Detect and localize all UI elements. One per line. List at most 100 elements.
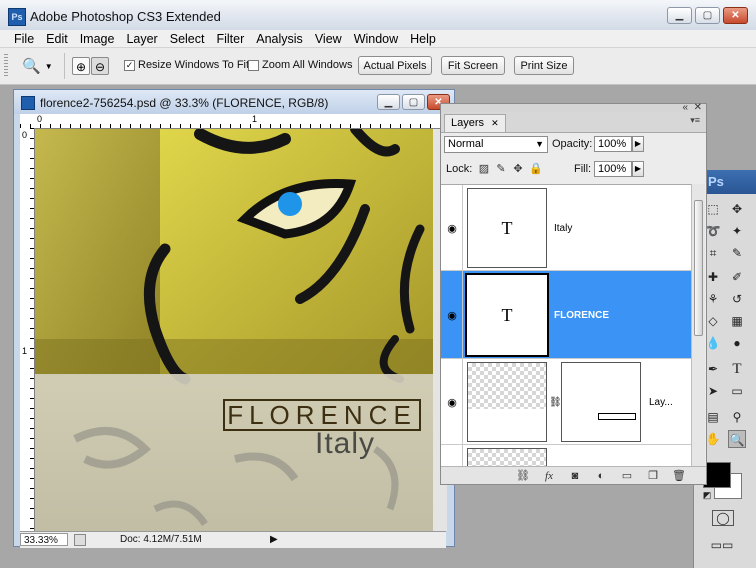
document-title: florence2-756254.psd @ 33.3% (FLORENCE, … (40, 96, 329, 110)
doc-maximize-button[interactable]: ▢ (402, 94, 425, 110)
lock-position-icon[interactable]: ✥ (512, 163, 524, 175)
maximize-icon: ▢ (408, 96, 419, 108)
menu-file[interactable]: File (8, 30, 40, 48)
brush-tool-icon[interactable]: ✐ (728, 268, 746, 286)
vertical-ruler[interactable]: 0 1 (20, 128, 35, 532)
history-brush-tool-icon[interactable]: ↺ (728, 290, 746, 308)
fill-input[interactable]: 100% (594, 161, 632, 177)
layer-link-icon[interactable]: ⛓ (549, 397, 562, 408)
lock-transparency-icon[interactable]: ▨ (478, 163, 490, 175)
layer-row-italy[interactable]: ◉ T Italy (441, 185, 691, 271)
tab-layers[interactable]: Layers ✕ (444, 114, 506, 132)
new-layer-icon[interactable]: ❐ (646, 469, 660, 482)
tab-close-icon[interactable]: ✕ (491, 118, 499, 128)
options-separator (64, 53, 65, 79)
menu-help[interactable]: Help (404, 30, 442, 48)
resize-windows-checkbox[interactable]: ✓ Resize Windows To Fit (124, 59, 249, 71)
add-mask-icon[interactable]: ◙ (568, 470, 582, 482)
minimize-icon: ▁ (675, 10, 684, 21)
lock-all-icon[interactable]: 🔒 (529, 163, 543, 175)
zoom-tool-icon[interactable]: 🔍 (728, 430, 746, 448)
screen-mode-icon[interactable]: ▭▭ (708, 536, 736, 554)
blend-mode-select[interactable]: Normal ▼ (444, 136, 548, 153)
layer-row-florence[interactable]: ◉ T FLORENCE (441, 271, 691, 359)
opacity-input[interactable]: 100% (594, 136, 632, 152)
type-tool-icon[interactable]: T (728, 360, 746, 378)
fit-screen-button[interactable]: Fit Screen (441, 56, 505, 75)
title-bar: Ps Adobe Photoshop CS3 Extended ▁ ▢ ✕ (0, 0, 756, 31)
default-colors-icon[interactable]: ◩ (698, 486, 716, 504)
menu-filter[interactable]: Filter (210, 30, 250, 48)
eyedropper-tool-icon[interactable]: ⚲ (728, 408, 746, 426)
layer-thumbnail (467, 448, 547, 467)
tool-preset-picker[interactable]: 🔍 ▼ (22, 54, 56, 78)
new-group-icon[interactable]: ▭ (620, 469, 634, 482)
horizontal-ruler[interactable]: 0 1 (20, 114, 446, 129)
menu-view[interactable]: View (309, 30, 348, 48)
dodge-tool-icon[interactable]: ● (728, 334, 746, 352)
ruler-v-label: 0 (22, 130, 28, 140)
visibility-toggle[interactable]: ◉ (441, 271, 463, 358)
link-layers-icon[interactable]: ⛓ (516, 469, 530, 482)
visibility-toggle[interactable]: ◉ (441, 359, 463, 444)
zoom-in-button[interactable]: ⊕ (72, 57, 90, 75)
status-menu-arrow-icon[interactable]: ▶ (270, 534, 278, 545)
layers-panel-top-bar[interactable]: « ✕ (441, 102, 706, 113)
layer-name[interactable]: Italy (554, 223, 572, 234)
document-canvas[interactable]: FLORENCE Italy (35, 129, 433, 531)
visibility-toggle[interactable]: ◉ (441, 185, 463, 270)
document-title-bar[interactable]: florence2-756254.psd @ 33.3% (FLORENCE, … (14, 90, 454, 114)
adjustment-layer-icon[interactable]: ◐ (594, 470, 608, 482)
eye-icon: ◉ (447, 310, 457, 322)
actual-pixels-button[interactable]: Actual Pixels (358, 56, 432, 75)
lock-label: Lock: (446, 163, 473, 175)
minimize-button[interactable]: ▁ (667, 7, 692, 24)
menu-edit[interactable]: Edit (40, 30, 74, 48)
move-tool-icon[interactable]: ✥ (728, 200, 746, 218)
photoshop-badge-icon: Ps (708, 174, 724, 189)
shape-tool-icon[interactable]: ▭ (728, 382, 746, 400)
layers-scrollbar[interactable] (691, 184, 705, 466)
layer-style-fx-icon[interactable]: fx (542, 470, 556, 482)
quick-mask-icon[interactable]: ◯ (712, 510, 734, 526)
layers-scrollbar-thumb[interactable] (694, 200, 703, 336)
menu-analysis[interactable]: Analysis (250, 30, 309, 48)
menu-layer[interactable]: Layer (120, 30, 163, 48)
menu-window[interactable]: Window (348, 30, 404, 48)
zoom-all-windows-checkbox[interactable]: Zoom All Windows (248, 59, 352, 71)
ruler-h-label: 1 (252, 114, 258, 124)
status-preview-icon[interactable] (74, 534, 86, 546)
zoom-out-button[interactable]: ⊖ (91, 57, 109, 75)
document-window: florence2-756254.psd @ 33.3% (FLORENCE, … (13, 89, 455, 548)
magic-wand-tool-icon[interactable]: ✦ (728, 222, 746, 240)
visibility-toggle[interactable] (441, 445, 463, 467)
menu-select[interactable]: Select (164, 30, 211, 48)
photoshop-app-icon: Ps (8, 8, 26, 26)
delete-layer-icon[interactable]: 🗑 (672, 469, 686, 482)
menu-image[interactable]: Image (74, 30, 121, 48)
maximize-icon: ▢ (702, 10, 713, 21)
layer-name[interactable]: FLORENCE (554, 310, 609, 321)
maximize-button[interactable]: ▢ (695, 7, 720, 24)
resize-windows-label: Resize Windows To Fit (138, 59, 250, 71)
options-bar-grip[interactable] (4, 54, 8, 78)
close-button[interactable]: ✕ (723, 7, 748, 24)
print-size-button[interactable]: Print Size (514, 56, 574, 75)
fill-slider-arrow-icon[interactable]: ▶ (632, 161, 644, 177)
layer-row-partial[interactable] (441, 445, 691, 467)
foreground-color-swatch[interactable] (703, 462, 731, 488)
zoom-out-icon: ⊖ (94, 60, 106, 74)
slice-tool-icon[interactable]: ✎ (728, 244, 746, 262)
layers-tab-bar: Layers ✕ ▾≡ (441, 112, 706, 133)
opacity-slider-arrow-icon[interactable]: ▶ (632, 136, 644, 152)
panel-menu-icon[interactable]: ▾≡ (690, 115, 700, 126)
layer-mask-thumbnail (561, 362, 641, 442)
lock-image-pixels-icon[interactable]: ✎ (495, 163, 507, 175)
zoom-level-field[interactable]: 33.33% (20, 533, 68, 546)
ruler-h-label: 0 (37, 114, 43, 124)
gradient-tool-icon[interactable]: ▦ (728, 312, 746, 330)
layer-name[interactable]: Lay... (649, 397, 673, 408)
layer-row-layer[interactable]: ◉ ⛓ Lay... (441, 359, 691, 445)
fill-label: Fill: (574, 163, 592, 175)
doc-minimize-button[interactable]: ▁ (377, 94, 400, 110)
